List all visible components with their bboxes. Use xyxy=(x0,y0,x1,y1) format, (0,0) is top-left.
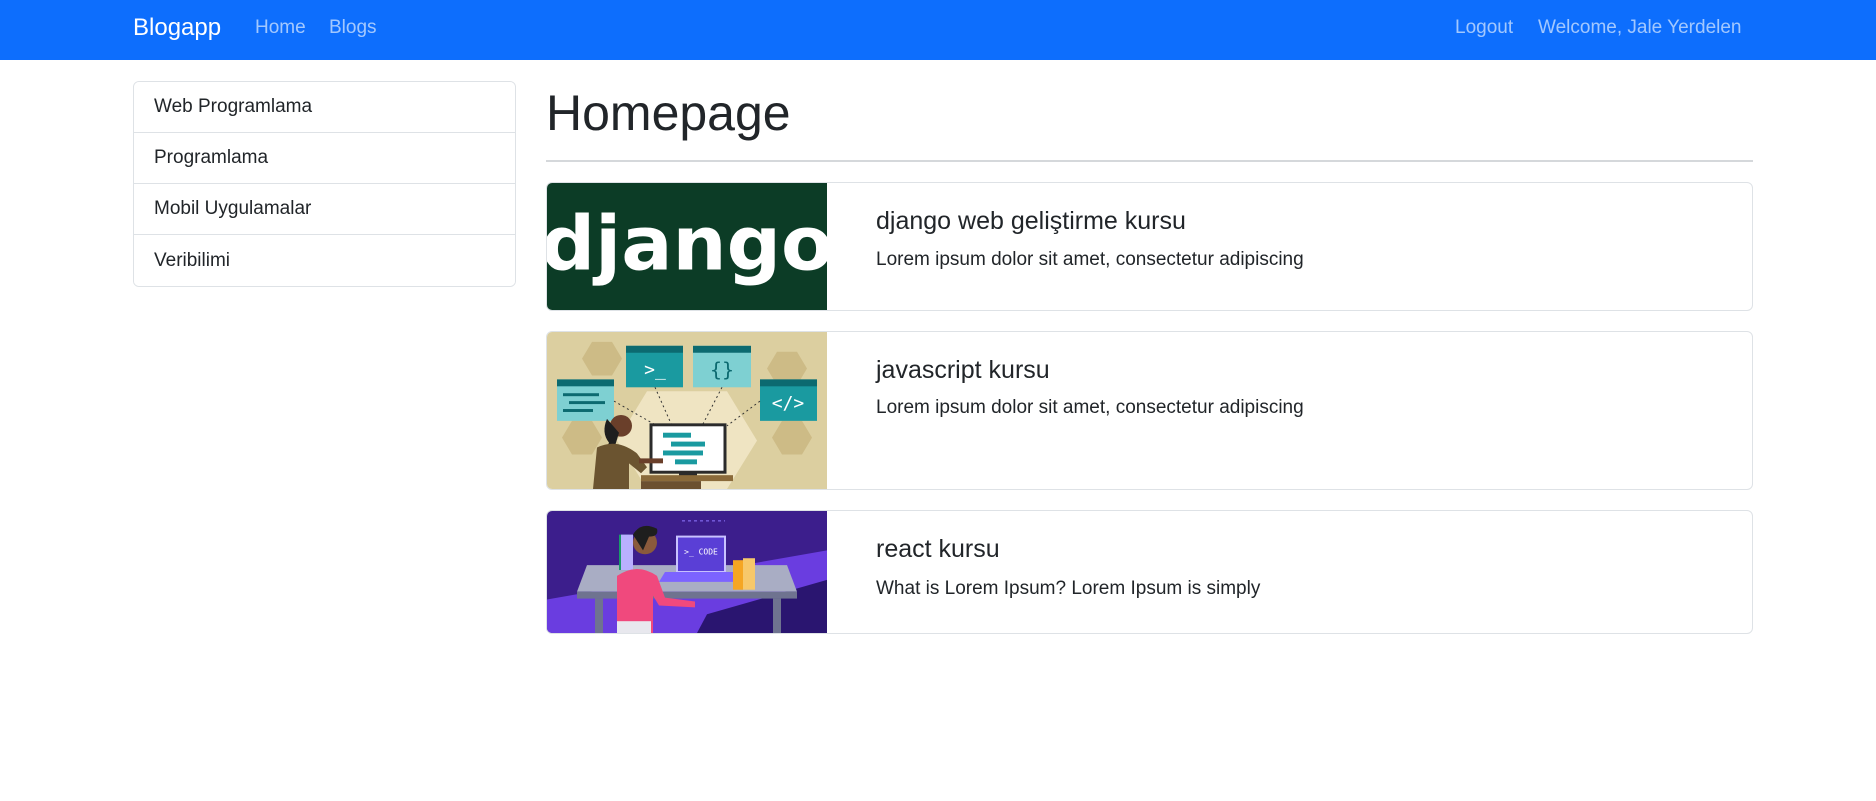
category-item-mobil-uygulamalar[interactable]: Mobil Uygulamalar xyxy=(134,184,515,235)
brand-link[interactable]: Blogapp xyxy=(133,13,221,43)
post-excerpt: Lorem ipsum dolor sit amet, consectetur … xyxy=(876,249,1304,270)
category-item-web-programlama[interactable]: Web Programlama xyxy=(134,82,515,133)
logout-link[interactable]: Logout xyxy=(1455,16,1513,40)
page-title: Homepage xyxy=(546,85,791,141)
svg-text:</>: </> xyxy=(772,393,805,414)
top-navbar: Blogapp Home Blogs Logout Welcome, Jale … xyxy=(0,0,1876,60)
post-title-link[interactable]: react kursu xyxy=(876,533,1000,565)
category-item-programlama[interactable]: Programlama xyxy=(134,133,515,184)
coder-at-desk-illustration[interactable]: >_ CODE xyxy=(547,511,827,633)
welcome-user-link[interactable]: Welcome, Jale Yerdelen xyxy=(1538,16,1742,40)
post-excerpt: Lorem ipsum dolor sit amet, consectetur … xyxy=(876,397,1304,418)
blog-post-card: django django web geliştirme kursu Lorem… xyxy=(546,182,1753,311)
svg-text:{}: {} xyxy=(710,359,734,382)
post-title-link[interactable]: javascript kursu xyxy=(876,354,1050,386)
nav-link-blogs[interactable]: Blogs xyxy=(329,16,377,40)
category-item-veribilimi[interactable]: Veribilimi xyxy=(134,235,515,286)
nav-link-home[interactable]: Home xyxy=(255,16,306,40)
django-logo-image[interactable]: django xyxy=(547,183,827,310)
post-title-link[interactable]: django web geliştirme kursu xyxy=(876,205,1186,237)
svg-text:>_: >_ xyxy=(644,360,666,381)
title-divider xyxy=(546,160,1753,162)
blog-post-card: >_ CODE react kursu What is Lorem Ipsum?… xyxy=(546,510,1753,634)
svg-text:>_ CODE: >_ CODE xyxy=(684,547,718,556)
blog-post-card: >_ {} </> javascript kursu Lorem ipsum d… xyxy=(546,331,1753,490)
post-excerpt: What is Lorem Ipsum? Lorem Ipsum is simp… xyxy=(876,578,1261,599)
svg-text:django: django xyxy=(547,200,827,287)
developer-at-computer-illustration[interactable]: >_ {} </> xyxy=(547,332,827,489)
category-list: Web Programlama Programlama Mobil Uygula… xyxy=(133,81,516,287)
